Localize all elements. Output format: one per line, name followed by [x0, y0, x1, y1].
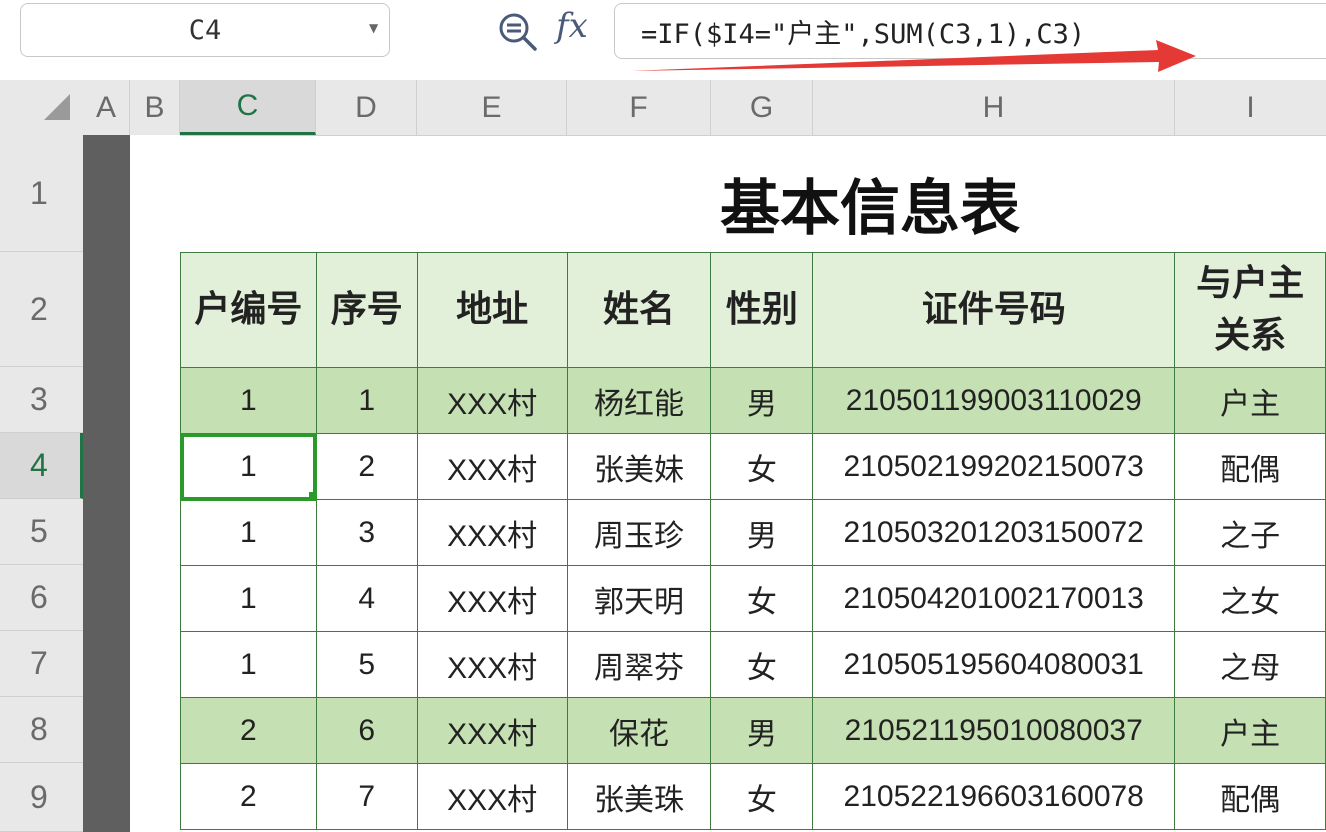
cell-relation[interactable]: 之子: [1174, 499, 1326, 566]
column-header-d[interactable]: D: [316, 80, 417, 135]
cell-name[interactable]: 周翠芬: [566, 631, 712, 698]
row-header-3[interactable]: 3: [0, 367, 83, 433]
cell-name[interactable]: 保花: [566, 697, 712, 764]
cell-address[interactable]: XXX村: [416, 763, 568, 830]
cell-seq[interactable]: 2: [315, 433, 418, 500]
annotation-arrow-icon: [630, 40, 1196, 72]
cell-id-number[interactable]: 210502199202150073: [812, 433, 1176, 500]
row-header-9[interactable]: 9: [0, 763, 83, 832]
cell-relation[interactable]: 户主: [1174, 367, 1326, 434]
cell-relation[interactable]: 之母: [1174, 631, 1326, 698]
sheet-title[interactable]: 基本信息表: [620, 160, 1120, 247]
cell-id-number[interactable]: 210504201002170013: [812, 565, 1176, 632]
column-header-a[interactable]: A: [83, 80, 130, 135]
cell-seq[interactable]: 3: [315, 499, 418, 566]
cell-household-no[interactable]: 2: [180, 763, 317, 830]
header-name[interactable]: 姓名: [566, 252, 712, 368]
cell-seq[interactable]: 6: [315, 697, 418, 764]
cell-gender[interactable]: 女: [710, 433, 814, 500]
cell-address[interactable]: XXX村: [416, 697, 568, 764]
header-seq[interactable]: 序号: [315, 252, 418, 368]
info-table: 户编号 序号 地址 姓名 性别 证件号码 与户主关系 1 1 XXX村 杨红能 …: [179, 252, 1326, 830]
chevron-down-icon[interactable]: ▼: [369, 21, 378, 35]
header-relation[interactable]: 与户主关系: [1174, 252, 1326, 368]
zoom-formula-icon[interactable]: [497, 11, 539, 53]
cell-seq[interactable]: 7: [315, 763, 418, 830]
cell-relation[interactable]: 之女: [1174, 565, 1326, 632]
cell-id-number[interactable]: 210501199003110029: [812, 367, 1176, 434]
fx-icon[interactable]: fx: [556, 6, 588, 46]
cell-gender[interactable]: 男: [710, 697, 814, 764]
select-all-icon: [44, 94, 70, 120]
cell-seq[interactable]: 5: [315, 631, 418, 698]
header-id-number[interactable]: 证件号码: [812, 252, 1176, 368]
row-header-6[interactable]: 6: [0, 565, 83, 631]
column-header-b[interactable]: B: [130, 80, 180, 135]
cell-name[interactable]: 张美妹: [566, 433, 712, 500]
cell-id-number[interactable]: 210521195010080037: [812, 697, 1176, 764]
cell-household-no[interactable]: 2: [180, 697, 317, 764]
cell-name[interactable]: 杨红能: [566, 367, 712, 434]
hidden-columns-strip: [83, 135, 130, 832]
row-header-7[interactable]: 7: [0, 631, 83, 697]
cell-household-no[interactable]: 1: [180, 367, 317, 434]
table-row: 1 4 XXX村 郭天明 女 210504201002170013 之女: [180, 565, 1326, 632]
column-header-f[interactable]: F: [567, 80, 711, 135]
header-address[interactable]: 地址: [416, 252, 568, 368]
cell-seq[interactable]: 1: [315, 367, 418, 434]
row-header-8[interactable]: 8: [0, 697, 83, 763]
cell-address[interactable]: XXX村: [416, 367, 568, 434]
cell-relation[interactable]: 配偶: [1174, 433, 1326, 500]
column-header-e[interactable]: E: [417, 80, 567, 135]
cell-address[interactable]: XXX村: [416, 565, 568, 632]
cell-seq[interactable]: 4: [315, 565, 418, 632]
row-header-2[interactable]: 2: [0, 252, 83, 367]
row-header-5[interactable]: 5: [0, 499, 83, 565]
table-header-row: 户编号 序号 地址 姓名 性别 证件号码 与户主关系: [180, 252, 1326, 368]
cell-household-no: 1: [240, 449, 257, 483]
column-header-c[interactable]: C: [180, 80, 316, 135]
column-header-bar: A B C D E F G H I: [0, 80, 1326, 136]
column-header-i[interactable]: I: [1175, 80, 1326, 135]
cell-address[interactable]: XXX村: [416, 631, 568, 698]
header-gender[interactable]: 性别: [710, 252, 814, 368]
cell-relation[interactable]: 配偶: [1174, 763, 1326, 830]
table-row: 1 2 XXX村 张美妹 女 210502199202150073 配偶: [179, 432, 1326, 501]
table-row: 2 7 XXX村 张美珠 女 210522196603160078 配偶: [180, 763, 1326, 830]
name-box[interactable]: C4: [20, 3, 390, 57]
formula-bar: C4 ▼ fx =IF($I4="户主",SUM(C3,1),C3): [0, 0, 1326, 80]
header-household-no[interactable]: 户编号: [180, 252, 317, 368]
cell-address[interactable]: XXX村: [416, 433, 568, 500]
cell-relation[interactable]: 户主: [1174, 697, 1326, 764]
cell-gender[interactable]: 女: [710, 631, 814, 698]
table-row: 1 3 XXX村 周玉珍 男 210503201203150072 之子: [180, 499, 1326, 566]
cell-name[interactable]: 郭天明: [566, 565, 712, 632]
table-row: 1 5 XXX村 周翠芬 女 210505195604080031 之母: [180, 631, 1326, 698]
table-row: 1 1 XXX村 杨红能 男 210501199003110029 户主: [180, 367, 1326, 434]
column-b-cells: [130, 135, 180, 832]
row-header-1[interactable]: 1: [0, 135, 83, 252]
cell-household-no[interactable]: 1: [180, 499, 317, 566]
cell-household-no[interactable]: 1: [180, 631, 317, 698]
cell-gender[interactable]: 男: [710, 367, 814, 434]
table-row: 2 6 XXX村 保花 男 210521195010080037 户主: [180, 697, 1326, 764]
cell-id-number[interactable]: 210522196603160078: [812, 763, 1176, 830]
cell-gender[interactable]: 女: [710, 565, 814, 632]
cell-gender[interactable]: 女: [710, 763, 814, 830]
cell-name[interactable]: 周玉珍: [566, 499, 712, 566]
row-header-4[interactable]: 4: [0, 433, 83, 499]
active-cell-c4[interactable]: 1: [179, 432, 318, 501]
name-box-value: C4: [188, 14, 222, 46]
cell-id-number[interactable]: 210505195604080031: [812, 631, 1176, 698]
cell-gender[interactable]: 男: [710, 499, 814, 566]
column-header-g[interactable]: G: [711, 80, 813, 135]
cell-address[interactable]: XXX村: [416, 499, 568, 566]
cell-household-no[interactable]: 1: [180, 565, 317, 632]
cell-id-number[interactable]: 210503201203150072: [812, 499, 1176, 566]
select-all-corner[interactable]: [0, 80, 83, 135]
fill-handle[interactable]: [308, 492, 316, 499]
column-header-h[interactable]: H: [813, 80, 1175, 135]
cell-name[interactable]: 张美珠: [566, 763, 712, 830]
